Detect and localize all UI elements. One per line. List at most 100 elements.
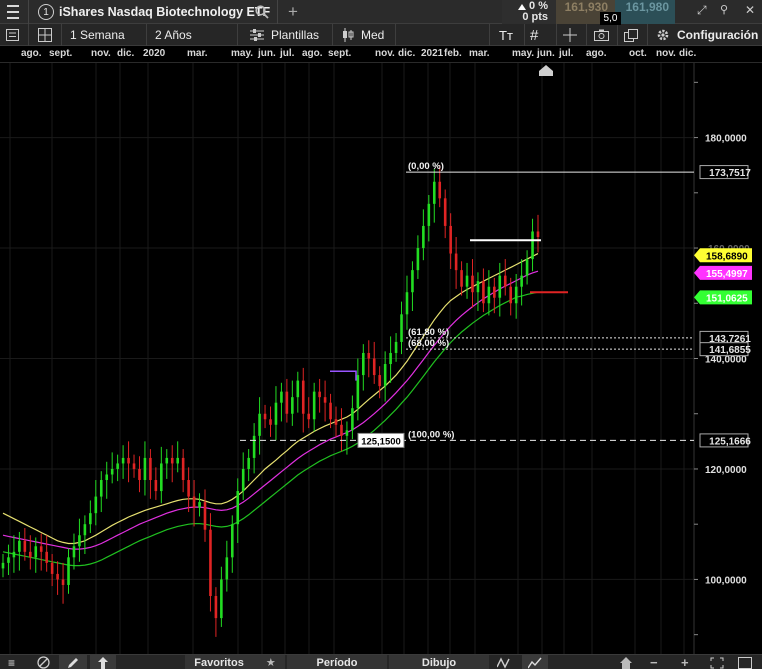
candle-body[interactable] [307, 413, 311, 420]
candle-body[interactable] [476, 281, 480, 293]
candle-body[interactable] [236, 491, 240, 525]
candle-body[interactable] [367, 352, 371, 359]
interval-dropdown[interactable]: 1 Semana [70, 24, 125, 46]
candle-body[interactable] [443, 198, 447, 226]
templates-icon[interactable] [250, 24, 264, 46]
magnet-icon[interactable] [90, 655, 116, 669]
candle-body[interactable] [258, 413, 261, 436]
candle-body[interactable] [362, 352, 365, 376]
candle-body[interactable] [329, 402, 332, 420]
grid-icon[interactable]: # [530, 24, 538, 46]
candle-body[interactable] [149, 457, 152, 481]
candle-body[interactable] [99, 480, 103, 497]
templates-button[interactable]: Plantillas [271, 24, 319, 46]
candle-body[interactable] [280, 391, 283, 403]
candle-body[interactable] [170, 457, 174, 464]
fit-icon[interactable] [710, 655, 724, 669]
candle-body[interactable] [411, 270, 414, 293]
candle-body[interactable] [263, 413, 267, 420]
candle-body[interactable] [45, 551, 48, 563]
candle-body[interactable] [72, 546, 76, 558]
instrument-title[interactable]: iShares Nasdaq Biotechnology ETF [59, 0, 270, 24]
studies-icon[interactable] [522, 655, 548, 669]
candle-body[interactable] [78, 535, 81, 547]
candle-body[interactable] [225, 557, 229, 580]
candle-body[interactable] [400, 314, 403, 342]
candle-body[interactable] [514, 286, 518, 304]
candle-body[interactable] [301, 380, 305, 414]
candle-body[interactable] [7, 557, 10, 563]
candle-body[interactable] [198, 502, 201, 508]
candle-body[interactable] [12, 551, 16, 558]
candle-body[interactable] [487, 286, 491, 304]
candle-body[interactable] [427, 203, 431, 226]
candle-body[interactable] [39, 546, 43, 552]
candle-body[interactable] [241, 468, 245, 492]
menu-icon[interactable] [6, 0, 20, 24]
favorites-tab[interactable]: Favoritos ★ [185, 655, 285, 669]
candle-body[interactable] [187, 480, 190, 497]
candle-body[interactable] [116, 463, 119, 469]
crosshair-icon[interactable] [563, 24, 577, 46]
candle-body[interactable] [285, 391, 289, 414]
candle-body[interactable] [56, 573, 59, 580]
settings-gear-icon[interactable] [656, 24, 670, 46]
layout-icon[interactable] [38, 24, 52, 46]
candle-body[interactable] [460, 270, 463, 287]
zoom-in-icon[interactable]: + [681, 655, 689, 669]
candle-body[interactable] [525, 259, 529, 276]
candle-body[interactable] [509, 286, 513, 304]
candle-body[interactable] [181, 457, 185, 481]
candle-body[interactable] [498, 275, 502, 298]
candle-body[interactable] [334, 419, 338, 425]
candle-body[interactable] [23, 540, 27, 552]
candle-body[interactable] [438, 181, 442, 199]
candle-body[interactable] [482, 281, 485, 304]
candle-body[interactable] [143, 457, 147, 481]
candle-body[interactable] [67, 557, 70, 585]
candle-body[interactable] [356, 375, 360, 409]
indicator-icon[interactable] [497, 655, 511, 669]
candle-body[interactable] [252, 435, 256, 458]
candle-body[interactable] [531, 231, 534, 260]
candle-body[interactable] [454, 253, 458, 271]
candle-body[interactable] [323, 397, 327, 403]
range-dropdown[interactable]: 2 Años [155, 24, 192, 46]
settings-button[interactable]: Configuración [677, 24, 758, 46]
candle-body[interactable] [312, 391, 316, 420]
tab-number-badge[interactable]: 1 [38, 4, 54, 20]
candle-body[interactable] [214, 596, 218, 619]
candle-body[interactable] [471, 275, 474, 293]
candle-body[interactable] [50, 562, 54, 574]
candle-type-icon[interactable] [342, 24, 354, 46]
camera-icon[interactable] [594, 24, 609, 46]
candle-body[interactable] [132, 463, 136, 469]
price-chart[interactable]: 180,0000140,0000120,0000100,0000160,0000… [0, 63, 762, 654]
candle-body[interactable] [383, 364, 387, 387]
candle-body[interactable] [94, 496, 98, 514]
candle-body[interactable] [432, 181, 436, 204]
text-tool-icon[interactable]: Tт [499, 24, 513, 46]
candle-body[interactable] [416, 248, 420, 271]
candle-body[interactable] [165, 457, 169, 464]
home-icon[interactable] [620, 655, 632, 669]
candle-body[interactable] [247, 457, 250, 469]
candle-body[interactable] [127, 457, 130, 464]
candle-body[interactable] [296, 380, 300, 398]
popout-icon[interactable] [624, 24, 638, 46]
close-icon[interactable]: ✕ [745, 3, 755, 17]
candle-body[interactable] [154, 480, 158, 492]
candle-body[interactable] [83, 524, 87, 536]
candle-body[interactable] [18, 540, 21, 552]
candle-body[interactable] [121, 457, 125, 464]
drawing-tab[interactable]: Dibujo [389, 655, 489, 669]
candle-body[interactable] [389, 352, 392, 365]
fullscreen-icon[interactable] [738, 655, 752, 669]
candle-body[interactable] [345, 430, 349, 436]
chart-canvas[interactable]: 180,0000140,0000120,0000100,0000160,0000… [0, 63, 762, 654]
candle-body[interactable] [394, 341, 398, 353]
candle-body[interactable] [536, 231, 540, 237]
candle-body[interactable] [28, 551, 32, 558]
search-icon[interactable] [255, 0, 269, 24]
add-tab-icon[interactable]: + [288, 0, 298, 24]
